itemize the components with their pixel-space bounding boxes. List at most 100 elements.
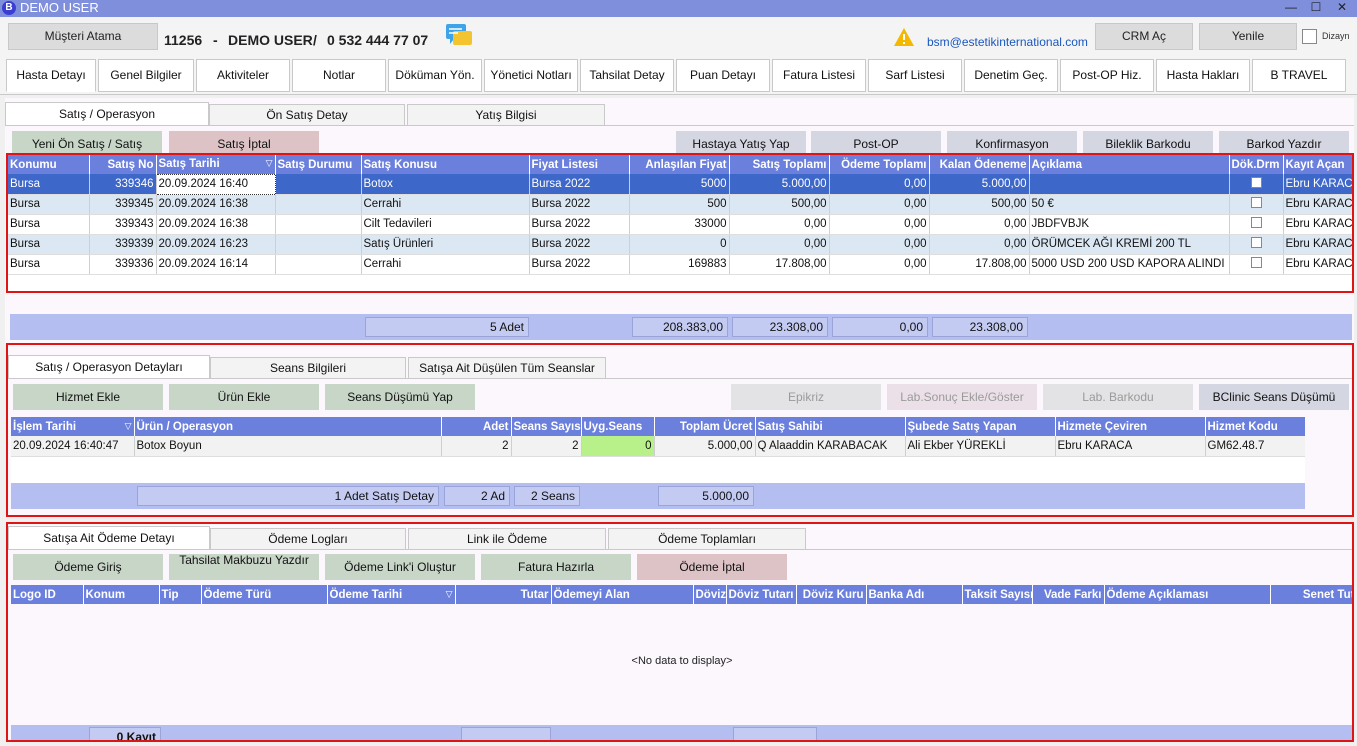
col-seans-sayisi[interactable]: Seans Sayısı xyxy=(511,417,582,436)
subtab-odeme-detayi[interactable]: Satışa Ait Ödeme Detayı xyxy=(8,526,210,550)
tab-tahsilat-detay[interactable]: Tahsilat Detay xyxy=(580,59,674,92)
print-receipt-button[interactable]: Tahsilat Makbuzu Yazdır xyxy=(169,554,319,580)
col-satis-toplami[interactable]: Satış Toplamı xyxy=(729,155,830,174)
doc-status-checkbox[interactable] xyxy=(1250,197,1262,208)
subtab-odeme-toplamlari[interactable]: Ödeme Toplamları xyxy=(608,528,806,550)
col-odemeyi-alan[interactable]: Ödemeyi Alan xyxy=(551,585,694,604)
lab-result-button[interactable]: Lab.Sonuç Ekle/Göster xyxy=(887,384,1037,410)
tab-puan-detayi[interactable]: Puan Detayı xyxy=(676,59,770,92)
col-odeme-tarihi[interactable]: Ödeme Tarihi ▽ xyxy=(327,585,456,604)
col-toplam-ucret[interactable]: Toplam Ücret xyxy=(654,417,756,436)
tab-hasta-detayi[interactable]: Hasta Detayı xyxy=(6,59,96,92)
tab-b-travel[interactable]: B TRAVEL xyxy=(1252,59,1346,92)
col-tutar[interactable]: Tutar xyxy=(455,585,552,604)
col-anlasilan-fiyat[interactable]: Anlaşılan Fiyat xyxy=(629,155,730,174)
tab-post-op-hiz[interactable]: Post-OP Hiz. xyxy=(1060,59,1154,92)
col-senet-tutari[interactable]: Senet Tutarı xyxy=(1270,585,1352,604)
tab-dokuman-yon[interactable]: Döküman Yön. xyxy=(388,59,482,92)
add-service-button[interactable]: Hizmet Ekle xyxy=(13,384,163,410)
subtab-dusulen-seanslar[interactable]: Satışa Ait Düşülen Tüm Seanslar xyxy=(408,357,606,379)
design-checkbox[interactable] xyxy=(1302,29,1317,44)
col-satis-durumu[interactable]: Satış Durumu xyxy=(275,155,362,174)
col-islem-tarihi[interactable]: İşlem Tarihi ▽ xyxy=(11,417,135,436)
col-aciklama[interactable]: Açıklama xyxy=(1029,155,1230,174)
table-row[interactable]: Bursa 339345 20.09.2024 16:38 Cerrahi Bu… xyxy=(8,194,1352,215)
col-satis-sahibi[interactable]: Satış Sahibi xyxy=(755,417,906,436)
bclinic-session-button[interactable]: BClinic Seans Düşümü xyxy=(1199,384,1349,410)
cell-dok-drm[interactable] xyxy=(1229,194,1284,215)
tab-sarf-listesi[interactable]: Sarf Listesi xyxy=(868,59,962,92)
cell-uyg-seans[interactable]: 0 xyxy=(581,436,655,457)
table-row[interactable]: Bursa 339346 20.09.2024 16:40 Botox Burs… xyxy=(8,173,1352,195)
col-odeme-turu[interactable]: Ödeme Türü xyxy=(201,585,328,604)
col-odeme-aciklamasi[interactable]: Ödeme Açıklaması xyxy=(1104,585,1271,604)
subtab-satis-operasyon[interactable]: Satış / Operasyon xyxy=(5,102,209,126)
col-satis-tarihi[interactable]: Satış Tarihi ▽ xyxy=(156,155,276,174)
filter-icon[interactable]: ▽ xyxy=(266,158,273,169)
create-pay-link-button[interactable]: Ödeme Link'i Oluştur xyxy=(325,554,475,580)
table-row[interactable]: Bursa 339343 20.09.2024 16:38 Cilt Tedav… xyxy=(8,214,1352,235)
tab-aktiviteler[interactable]: Aktiviteler xyxy=(196,59,290,92)
col-logo-id[interactable]: Logo ID xyxy=(11,585,84,604)
table-row[interactable]: Bursa 339336 20.09.2024 16:14 Cerrahi Bu… xyxy=(8,254,1352,275)
session-drop-button[interactable]: Seans Düşümü Yap xyxy=(325,384,475,410)
tab-notlar[interactable]: Notlar xyxy=(292,59,386,92)
chat-icon[interactable] xyxy=(444,22,474,50)
minimize-icon[interactable]: — xyxy=(1280,0,1302,16)
col-kalan-odeneme[interactable]: Kalan Ödeneme xyxy=(929,155,1030,174)
payment-cancel-button[interactable]: Ödeme İptal xyxy=(637,554,787,580)
col-doviz[interactable]: Döviz xyxy=(693,585,727,604)
col-uyg-seans[interactable]: Uyg.Seans xyxy=(581,417,655,436)
col-adet[interactable]: Adet xyxy=(441,417,512,436)
filter-icon[interactable]: ▽ xyxy=(446,589,453,600)
tab-hasta-haklari[interactable]: Hasta Hakları xyxy=(1156,59,1250,92)
cell-dok-drm[interactable] xyxy=(1229,234,1284,255)
add-product-button[interactable]: Ürün Ekle xyxy=(169,384,319,410)
subtab-satis-detaylari[interactable]: Satış / Operasyon Detayları xyxy=(8,355,210,379)
tab-denetim-gec[interactable]: Denetim Geç. xyxy=(964,59,1058,92)
epikriz-button[interactable]: Epikriz xyxy=(731,384,881,410)
col-satis-konusu[interactable]: Satış Konusu xyxy=(361,155,530,174)
cell-dok-drm[interactable] xyxy=(1229,174,1284,195)
maximize-icon[interactable]: ☐ xyxy=(1305,0,1327,16)
tab-genel-bilgiler[interactable]: Genel Bilgiler xyxy=(98,59,194,92)
prepare-invoice-button[interactable]: Fatura Hazırla xyxy=(481,554,631,580)
subtab-seans-bilgileri[interactable]: Seans Bilgileri xyxy=(210,357,406,379)
col-tip[interactable]: Tip xyxy=(159,585,202,604)
email-link[interactable]: bsm@estetikinternational.com xyxy=(927,35,1088,49)
col-doviz-kuru[interactable]: Döviz Kuru xyxy=(796,585,867,604)
filter-icon[interactable]: ▽ xyxy=(125,421,132,432)
subtab-yatis-bilgisi[interactable]: Yatış Bilgisi xyxy=(407,104,605,126)
col-vade-farki[interactable]: Vade Farkı xyxy=(1032,585,1105,604)
crm-open-button[interactable]: CRM Aç xyxy=(1095,23,1193,50)
col-fiyat-listesi[interactable]: Fiyat Listesi xyxy=(529,155,630,174)
col-taksit-sayisi[interactable]: Taksit Sayısı xyxy=(962,585,1033,604)
col-satis-no[interactable]: Satış No xyxy=(89,155,157,174)
col-odeme-toplami[interactable]: Ödeme Toplamı xyxy=(829,155,930,174)
table-row[interactable]: 20.09.2024 16:40:47 Botox Boyun 2 2 0 5.… xyxy=(11,436,1305,457)
doc-status-checkbox[interactable] xyxy=(1250,217,1262,228)
col-konum[interactable]: Konum xyxy=(83,585,160,604)
subtab-odeme-loglari[interactable]: Ödeme Logları xyxy=(210,528,406,550)
col-subede-satis[interactable]: Şubede Satış Yapan xyxy=(905,417,1056,436)
col-banka-adi[interactable]: Banka Adı xyxy=(866,585,963,604)
customer-assign-button[interactable]: Müşteri Atama xyxy=(8,23,158,50)
table-row[interactable]: Bursa 339339 20.09.2024 16:23 Satış Ürün… xyxy=(8,234,1352,255)
col-urun-operasyon[interactable]: Ürün / Operasyon xyxy=(134,417,442,436)
refresh-button[interactable]: Yenile xyxy=(1199,23,1297,50)
doc-status-checkbox[interactable] xyxy=(1250,257,1262,268)
payment-entry-button[interactable]: Ödeme Giriş xyxy=(13,554,163,580)
col-kayit-acan[interactable]: Kayıt Açan xyxy=(1283,155,1352,174)
cell-dok-drm[interactable] xyxy=(1229,254,1284,275)
col-hizmet-kodu[interactable]: Hizmet Kodu xyxy=(1205,417,1305,436)
subtab-link-ile-odeme[interactable]: Link ile Ödeme xyxy=(408,528,606,550)
doc-status-checkbox[interactable] xyxy=(1250,176,1262,188)
close-icon[interactable]: ✕ xyxy=(1331,0,1353,16)
col-hizmete-ceviren[interactable]: Hizmete Çeviren xyxy=(1055,417,1206,436)
doc-status-checkbox[interactable] xyxy=(1250,237,1262,248)
cell-satis-tarihi[interactable]: 20.09.2024 16:40 xyxy=(155,173,276,195)
tab-yonetici-notlari[interactable]: Yönetici Notları xyxy=(484,59,578,92)
col-doviz-tutari[interactable]: Döviz Tutarı xyxy=(726,585,797,604)
lab-barcode-button[interactable]: Lab. Barkodu xyxy=(1043,384,1193,410)
cell-dok-drm[interactable] xyxy=(1229,214,1284,235)
